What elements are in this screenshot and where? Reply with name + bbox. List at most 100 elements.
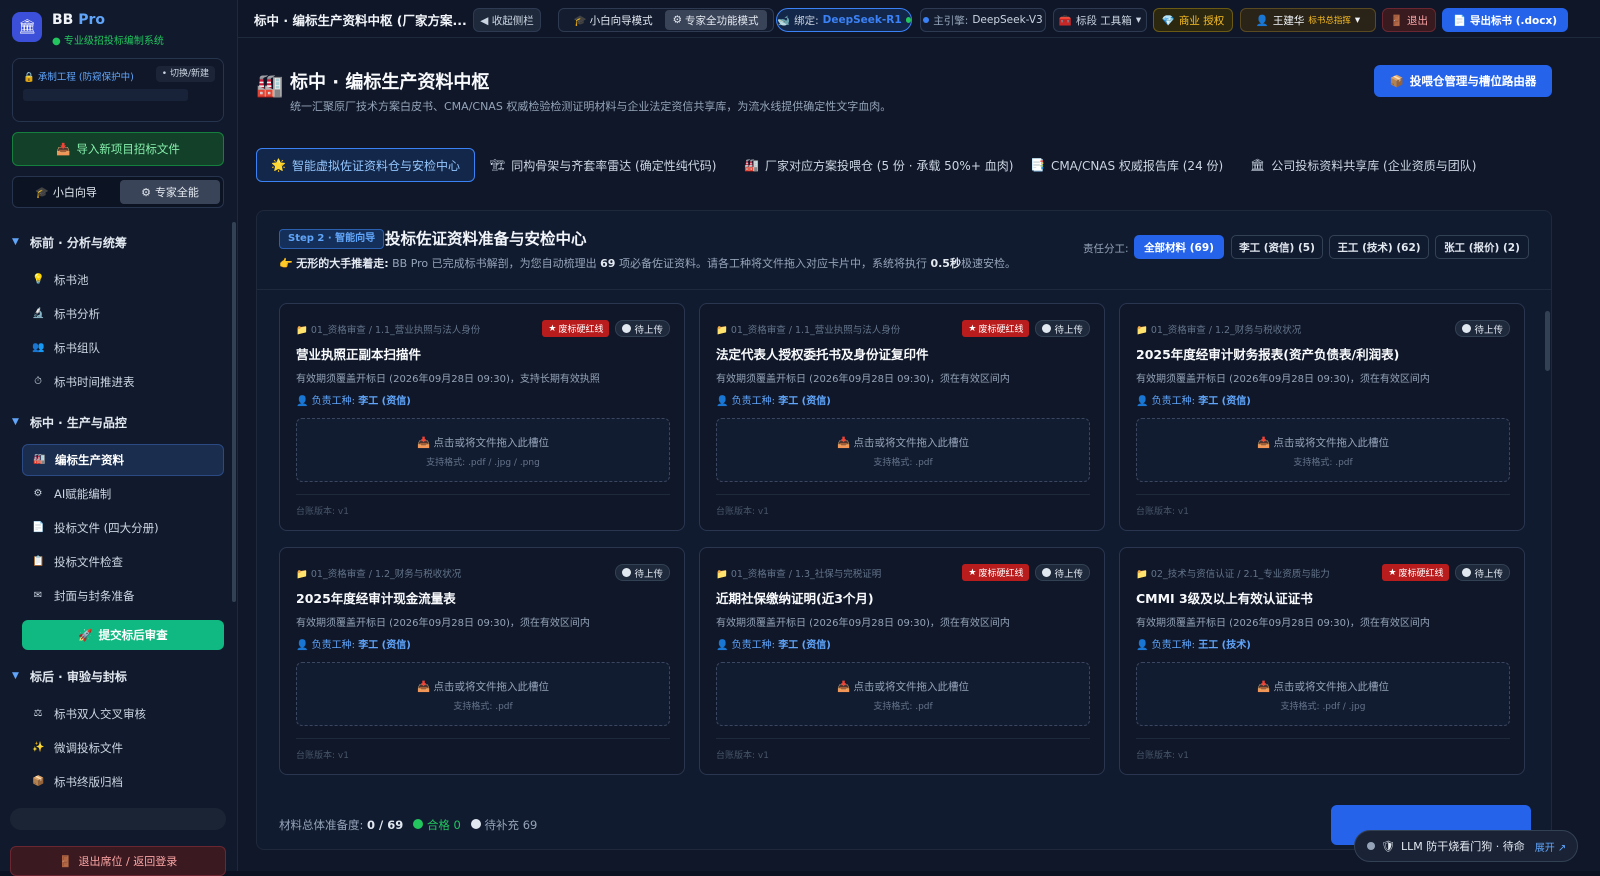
sidebar-item-0-2[interactable]: 👥 标书组队 bbox=[22, 332, 224, 364]
folder-icon: 📁 bbox=[1136, 325, 1148, 336]
card-version: 台账版本: v1 bbox=[1136, 751, 1189, 761]
sidebar-item-1-3[interactable]: 📋 投标文件检查 bbox=[22, 546, 224, 578]
file-drop-zone[interactable]: 📥 点击或将文件拖入此槽位 支持格式: .pdf bbox=[716, 418, 1090, 482]
card-version: 台账版本: v1 bbox=[716, 507, 769, 517]
sidebar-item-0-1[interactable]: 🔬 标书分析 bbox=[22, 298, 224, 330]
mode-expert-button[interactable]: ⚙ 专家全能 bbox=[120, 180, 220, 204]
material-card: 📁 01_资格审查 / 1.1_营业执照与法人身份 ★ 废标硬红线 待上传 法定代表人授… bbox=[699, 303, 1105, 531]
sidebar-scrollbar[interactable] bbox=[232, 222, 236, 602]
filter-wang-button[interactable]: 王工 (技术) (62) bbox=[1329, 235, 1429, 259]
import-tender-button[interactable]: 📥 导入新项目招标文件 bbox=[12, 132, 224, 166]
mode-toggle: 🎓 小白向导模式 ⚙ 专家全功能模式 bbox=[558, 8, 774, 32]
tab-0[interactable]: 🌟 智能虚拟佐证资料仓与安检中心 bbox=[256, 148, 475, 182]
panel-scrollbar[interactable] bbox=[1545, 311, 1550, 371]
project-box: 🔒 承制工程 (防窥保护中) • 切换/新建 bbox=[12, 58, 224, 122]
tab-4[interactable]: 🏛 公司投标资料共享库 (企业资质与团队) bbox=[1236, 148, 1490, 182]
pending-dot bbox=[1042, 324, 1052, 333]
card-description: 有效期须覆盖开标日 (2026年09月28日 09:30)，须在有效区间内 bbox=[716, 374, 1010, 385]
panel-description: 👉 无形的大手推着走: BB Pro 已完成标书解剖，为您自动梳理出 69 项必… bbox=[279, 257, 1016, 270]
sidebar-item-1-1[interactable]: ⚙ AI赋能编制 bbox=[22, 478, 224, 510]
main-content: 🏭 标中 · 编标生产资料中枢 统一汇聚原厂技术方案白皮书、CMA/CNAS 权… bbox=[238, 38, 1600, 871]
file-drop-zone[interactable]: 📥 点击或将文件拖入此槽位 支持格式: .pdf bbox=[716, 662, 1090, 726]
tab-1[interactable]: 🏗 同构骨架与齐套率雷达 (确定性纯代码) bbox=[476, 148, 730, 182]
card-version: 台账版本: v1 bbox=[716, 751, 769, 761]
nav-section-2[interactable]: ▼ 标后 · 审验与封标 bbox=[12, 662, 224, 690]
submit-review-button[interactable]: 🚀 提交标后审查 bbox=[22, 620, 224, 650]
card-title: 近期社保缴纳证明(近3个月) bbox=[716, 591, 874, 606]
sidebar-item-label: AI赋能编制 bbox=[54, 487, 112, 501]
sidebar-item-2-2[interactable]: 📦 标书终版归档 bbox=[22, 766, 224, 798]
toolbox-icon: 🧰 bbox=[1058, 14, 1072, 27]
nav-section-1[interactable]: ▼ 标中 · 生产与品控 bbox=[12, 408, 224, 436]
nav-section-0[interactable]: ▼ 标前 · 分析与统筹 bbox=[12, 228, 224, 256]
pending-badge: 待上传 bbox=[1455, 320, 1510, 337]
mode-guide-button[interactable]: 🎓 小白向导 bbox=[16, 180, 116, 204]
tab-icon: 🏛 bbox=[1250, 158, 1266, 172]
pending-badge: 待上传 bbox=[615, 564, 670, 581]
sidebar-item-2-0[interactable]: ⚖ 标书双人交叉审核 bbox=[22, 698, 224, 730]
tab-2[interactable]: 🏭 厂家对应方案投喂仓 (5 份 · 承载 50%+ 血肉) bbox=[730, 148, 1027, 182]
bound-model-badge[interactable]: 🐋 绑定: DeepSeek-R1 bbox=[776, 8, 912, 32]
file-drop-zone[interactable]: 📥 点击或将文件拖入此槽位 支持格式: .pdf / .jpg / .png bbox=[296, 418, 670, 482]
project-select[interactable] bbox=[23, 89, 188, 101]
nav-item-icon: ⏱ bbox=[34, 376, 42, 387]
tab-3[interactable]: 📑 CMA/CNAS 权威报告库 (24 份) bbox=[1016, 148, 1237, 182]
sidebar-item-label: 投标文件 (四大分册) bbox=[54, 521, 159, 535]
file-drop-zone[interactable]: 📥 点击或将文件拖入此槽位 支持格式: .pdf / .jpg bbox=[1136, 662, 1510, 726]
pointing-hand-icon: 👉 bbox=[279, 257, 293, 270]
gear-icon: ⚙ bbox=[672, 14, 682, 26]
sidebar-item-label: 标书双人交叉审核 bbox=[54, 707, 146, 721]
chevron-down-icon: ▼ bbox=[12, 671, 19, 681]
nav-item-icon: 📦 bbox=[32, 776, 45, 787]
sidebar-item-1-4[interactable]: ✉ 封面与封条准备 bbox=[22, 580, 224, 612]
card-description: 有效期须覆盖开标日 (2026年09月28日 09:30)，须在有效区间内 bbox=[1136, 618, 1430, 629]
collapse-sidebar-button[interactable]: ◀ 收起侧栏 bbox=[473, 8, 541, 32]
user-icon: 👤 bbox=[1255, 14, 1269, 27]
export-docx-button[interactable]: 📄 导出标书 (.docx) bbox=[1442, 8, 1568, 32]
sidebar: 🏛 BB Pro ● 专业级招投标编制系统 🔒 承制工程 (防窥保护中) • 切… bbox=[0, 0, 238, 876]
sidebar-item-1-0[interactable]: 🏭 编标生产资料 bbox=[22, 444, 224, 476]
status-dot bbox=[1367, 842, 1375, 850]
engine-badge[interactable]: 主引擎: DeepSeek-V3 bbox=[920, 8, 1046, 32]
file-drop-zone[interactable]: 📥 点击或将文件拖入此槽位 支持格式: .pdf bbox=[1136, 418, 1510, 482]
switch-project-button[interactable]: • 切换/新建 bbox=[155, 66, 215, 82]
topbar: 标中 · 编标生产资料中枢 (厂家方案... ◀ 收起侧栏 🎓 小白向导模式 ⚙ 专… bbox=[238, 0, 1600, 38]
logout-button[interactable]: 🚪 退出席位 / 返回登录 bbox=[10, 846, 226, 876]
card-owner: 👤 负责工种: 李工 (资信) bbox=[296, 640, 411, 651]
card-owner: 👤 负责工种: 李工 (资信) bbox=[296, 396, 411, 407]
filter-all-button[interactable]: 全部材料 (69) bbox=[1134, 235, 1224, 259]
upload-icon: 📥 bbox=[417, 437, 431, 449]
toolbox-dropdown[interactable]: 🧰 标段 工具箱 ▾ bbox=[1053, 8, 1147, 32]
divider bbox=[257, 289, 1551, 290]
user-menu[interactable]: 👤 王建华 标书总指挥 ▾ bbox=[1240, 8, 1376, 32]
exit-button[interactable]: 🚪 退出 bbox=[1382, 8, 1436, 32]
folder-icon: 📁 bbox=[716, 325, 728, 336]
material-card: 📁 01_资格审查 / 1.1_营业执照与法人身份 ★ 废标硬红线 待上传 营业执照正副… bbox=[279, 303, 685, 531]
sidebar-item-0-0[interactable]: 💡 标书池 bbox=[22, 264, 224, 296]
filter-li-button[interactable]: 李工 (资信) (5) bbox=[1231, 235, 1323, 259]
filter-zhang-button[interactable]: 张工 (报价) (2) bbox=[1435, 235, 1529, 259]
door-icon: 🚪 bbox=[58, 854, 73, 868]
whale-icon: 🐋 bbox=[777, 14, 791, 27]
expert-mode-button[interactable]: ⚙ 专家全功能模式 bbox=[664, 10, 767, 30]
sidebar-item-1-2[interactable]: 📄 投标文件 (四大分册) bbox=[22, 512, 224, 544]
card-description: 有效期须覆盖开标日 (2026年09月28日 09:30)，支持长期有效执照 bbox=[296, 374, 600, 385]
tab-icon: 📑 bbox=[1030, 158, 1045, 172]
llm-watchdog-widget[interactable]: 🛡 LLM 防干烧看门狗 · 待命 展开 ↗ bbox=[1354, 830, 1578, 862]
user-icon: 👤 bbox=[716, 640, 729, 651]
chevron-down-icon: ▼ bbox=[12, 417, 19, 427]
slot-router-button[interactable]: 📦 投喂仓管理与槽位路由器 bbox=[1374, 65, 1552, 97]
sidebar-item-label: 封面与封条准备 bbox=[54, 589, 135, 603]
divider bbox=[716, 738, 1090, 739]
file-drop-zone[interactable]: 📥 点击或将文件拖入此槽位 支持格式: .pdf bbox=[296, 662, 670, 726]
sidebar-search-input[interactable] bbox=[10, 808, 226, 830]
status-dot bbox=[923, 17, 930, 23]
guide-mode-button[interactable]: 🎓 小白向导模式 bbox=[566, 10, 661, 30]
sidebar-item-label: 投标文件检查 bbox=[54, 555, 123, 569]
license-badge[interactable]: 💎 商业 授权 bbox=[1153, 8, 1233, 32]
expand-link[interactable]: 展开 ↗ bbox=[1535, 839, 1567, 854]
red-line-badge: ★ 废标硬红线 bbox=[1382, 564, 1450, 581]
sidebar-item-2-1[interactable]: ✨ 微调投标文件 bbox=[22, 732, 224, 764]
pending-badge: 待上传 bbox=[615, 320, 670, 337]
sidebar-item-0-3[interactable]: ⏱ 标书时间推进表 bbox=[22, 366, 224, 398]
